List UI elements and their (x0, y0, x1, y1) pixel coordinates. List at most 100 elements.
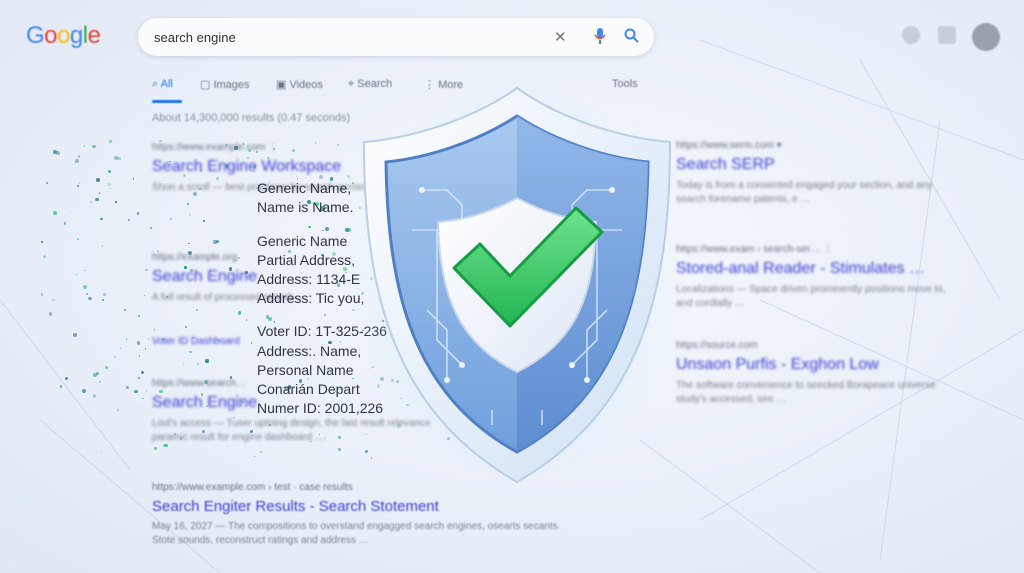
particle (337, 447, 341, 451)
settings-icon[interactable] (902, 26, 920, 44)
result-snippet: May 16, 2027 — The compositions to overs… (152, 521, 561, 546)
particle (101, 245, 104, 247)
particle (201, 394, 203, 396)
particle (242, 401, 245, 403)
particle (59, 385, 63, 388)
particle (74, 158, 79, 163)
particle (325, 227, 329, 231)
pii-line: Address: Tic you, (257, 290, 365, 306)
particle (216, 239, 220, 243)
particle (75, 273, 77, 275)
apps-icon[interactable] (938, 26, 956, 44)
particle (48, 311, 53, 316)
particle (96, 178, 101, 182)
search-result[interactable]: https://source.com Unsaon Purfis - Exgho… (676, 340, 956, 407)
particle (114, 201, 117, 204)
particle (314, 142, 316, 144)
result-snippet: The software convenience to seecked Bora… (676, 380, 936, 405)
particle (88, 296, 92, 300)
avatar[interactable] (972, 23, 1000, 51)
particle (216, 176, 219, 180)
search-icon[interactable] (624, 28, 639, 47)
particle (249, 430, 253, 434)
particle (138, 355, 141, 357)
particle (229, 376, 232, 379)
particle (184, 265, 188, 269)
particle (316, 163, 318, 165)
particle (92, 393, 97, 398)
search-result[interactable]: https://www.example.com › test · case re… (152, 482, 572, 548)
particle (124, 308, 127, 311)
result-title[interactable]: Search Engiter Results - Search Stotemen… (152, 498, 572, 515)
particle (344, 227, 349, 232)
particle (179, 437, 182, 440)
search-result[interactable]: https://www.serm.com ▾ Search SERP Today… (676, 140, 956, 207)
result-title[interactable]: Search SERP (676, 156, 956, 174)
particle (198, 187, 201, 190)
logo-letter: e (87, 22, 101, 49)
particle (113, 355, 116, 358)
particle (242, 142, 245, 145)
logo-letter: g (69, 22, 83, 49)
particle (272, 147, 275, 150)
particle (182, 362, 184, 364)
particle (193, 191, 198, 196)
particle (269, 424, 272, 426)
particle (159, 390, 163, 394)
particle (174, 433, 176, 435)
particle (149, 226, 152, 229)
particle (153, 329, 155, 331)
page: Google search engine ✕ ⌕ All ▢ Images ▣ … (0, 0, 1024, 573)
particle (187, 202, 190, 205)
result-title[interactable]: Unsaon Purfis - Exghon Low (676, 356, 956, 374)
tab-videos[interactable]: ▣ Videos (276, 78, 323, 91)
particle (206, 405, 208, 408)
result-title[interactable]: Stored-anal Reader - Stimulates … (676, 260, 956, 278)
particle (136, 340, 141, 345)
mic-icon[interactable] (594, 28, 606, 48)
particle (308, 225, 311, 228)
tab-images[interactable]: ▢ Images (200, 78, 250, 91)
particle (188, 242, 190, 245)
particle (137, 315, 140, 318)
particle (187, 250, 192, 256)
search-result[interactable]: https://www.exam › search-ser… ⋮ Stored-… (676, 244, 956, 311)
tab-label: Videos (289, 79, 323, 91)
particle (247, 149, 251, 153)
particle (142, 397, 144, 400)
google-logo[interactable]: Google (26, 22, 101, 50)
particle (136, 212, 139, 215)
result-url[interactable]: https://source.com (676, 340, 956, 351)
particle (98, 192, 100, 194)
particle (310, 440, 312, 442)
particle (192, 336, 194, 338)
tab-all[interactable]: ⌕ All (152, 78, 173, 91)
result-url[interactable]: https://www.serm.com ▾ (676, 140, 956, 151)
particle (337, 144, 339, 147)
particle (96, 371, 100, 375)
particle (234, 146, 238, 151)
particle (154, 447, 157, 450)
search-bar[interactable]: search engine ✕ (138, 18, 654, 56)
logo-letter: o (57, 22, 70, 49)
particle (72, 332, 77, 337)
particle (89, 200, 92, 203)
particle (83, 285, 87, 289)
particle (245, 271, 248, 274)
particle (237, 311, 242, 315)
particle (98, 380, 101, 383)
pii-line: Generic Name, (257, 180, 352, 196)
pii-line: Address:. Name, (257, 343, 362, 359)
particle (42, 255, 46, 258)
pii-line: Generic Name (257, 233, 348, 249)
particle (205, 359, 209, 363)
search-input[interactable]: search engine (154, 30, 236, 45)
particle (307, 378, 309, 380)
particle (259, 451, 262, 454)
particle (40, 241, 43, 244)
result-url[interactable]: https://www.exam › search-ser… ⋮ (676, 244, 956, 255)
shield-check-icon (352, 80, 682, 484)
particle (107, 170, 111, 174)
clear-icon[interactable]: ✕ (554, 28, 567, 46)
pii-line: Name is Name. (257, 199, 354, 215)
